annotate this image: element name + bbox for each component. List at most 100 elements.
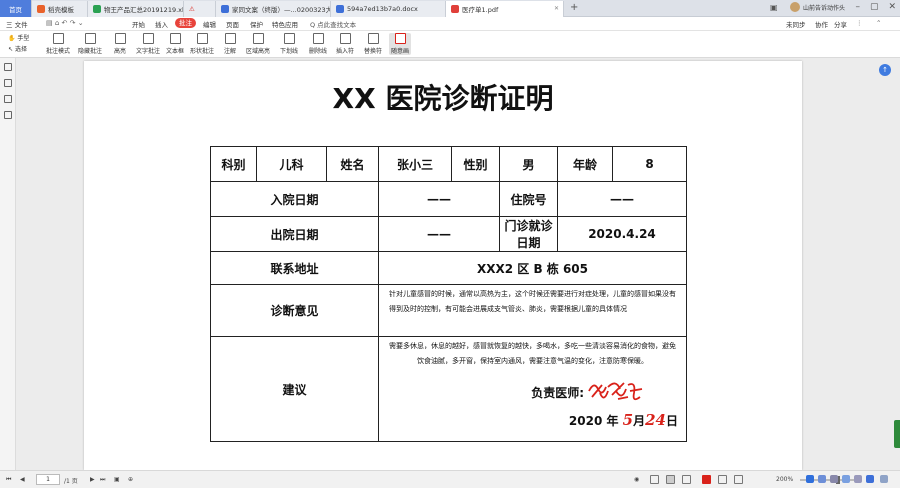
ime-mode-icon[interactable]: [818, 475, 826, 483]
ime-emoji-icon[interactable]: [842, 475, 850, 483]
address-value: XXX2 区 B 栋 605: [378, 251, 687, 285]
hand-tool-label: 手型: [17, 35, 30, 42]
outpatient-date-label: 门诊就诊日期: [499, 216, 558, 252]
assistant-icon[interactable]: ↑: [879, 64, 891, 76]
tab-xls[interactable]: 物王产品汇总20191219.xls: [88, 1, 184, 17]
first-page-icon[interactable]: ⏮: [6, 476, 11, 484]
tab-wenan[interactable]: 家同文案（终版）—...0200323大赛: [216, 1, 331, 17]
fit-width-icon[interactable]: [718, 475, 727, 484]
minimize-icon[interactable]: –: [855, 2, 860, 12]
collaborate-button[interactable]: 协作: [815, 19, 828, 29]
strikethrough-button[interactable]: 删除线: [309, 33, 327, 55]
tab-list-icon[interactable]: ▣: [770, 3, 778, 12]
tool-label: 区域高亮: [246, 48, 271, 55]
collapse-ribbon-icon[interactable]: ⌃: [876, 19, 881, 27]
date-month-unit: 月: [633, 414, 646, 428]
replace-caret-button[interactable]: 替换符: [364, 33, 382, 55]
advice-label: 建议: [210, 336, 379, 442]
side-widget[interactable]: [894, 420, 900, 448]
status-bar: ⏮ ◀ 1 /1 页 ▶ ⏭ ▣ ⊕ ◉ 200%: [0, 470, 900, 488]
freehand-draw-button[interactable]: 随意画: [389, 33, 412, 55]
tab-pdf[interactable]: 医疗单1.pdf ✕: [446, 1, 564, 17]
note-icon: [224, 33, 236, 44]
menu-edit[interactable]: 编辑: [203, 19, 216, 29]
name-label: 姓名: [326, 146, 379, 182]
caret-insert-button[interactable]: 插入符: [336, 33, 354, 55]
new-tab-icon[interactable]: +: [570, 2, 578, 13]
tab-home[interactable]: 首页: [0, 0, 32, 17]
unsynced-status[interactable]: 未同步: [786, 19, 806, 29]
close-tab-icon[interactable]: ✕: [554, 5, 559, 12]
highlight-icon: [114, 33, 126, 44]
more-options-icon[interactable]: ⋮: [856, 19, 863, 27]
read-mode-icon[interactable]: [702, 475, 711, 484]
tool-label: 文本框: [166, 48, 185, 55]
thumbnails-icon[interactable]: [4, 63, 12, 71]
menu-insert[interactable]: 插入: [155, 19, 168, 29]
hand-tool[interactable]: ✋ 手型: [8, 33, 29, 44]
user-account[interactable]: 山前告诉动作头: [790, 2, 845, 12]
close-window-icon[interactable]: ✕: [888, 2, 896, 12]
area-highlight-button[interactable]: 区域高亮: [246, 33, 270, 55]
annotations-list-icon[interactable]: [4, 95, 12, 103]
window-controls: – ▢ ✕: [855, 2, 896, 12]
page-number-input[interactable]: 1: [36, 474, 60, 485]
single-page-view-icon[interactable]: [650, 475, 659, 484]
cursor-icon: ↖: [8, 46, 14, 53]
menu-bar: 三 文件 ▤ ⌂ ↶ ↷ ⌄ 开始 插入 批注 编辑 页面 保护 特色应用 Q …: [0, 17, 900, 31]
tool-label: 隐藏批注: [78, 48, 103, 55]
dept-label: 科别: [210, 146, 257, 182]
underline-button[interactable]: 下划线: [280, 33, 298, 55]
file-menu[interactable]: 三 文件: [6, 19, 28, 29]
note-button[interactable]: 注解: [224, 33, 236, 55]
tab-bar: 首页 稻壳模板 物王产品汇总20191219.xls ⚠ 家同文案（终版）—..…: [0, 0, 900, 17]
search-text-input[interactable]: Q 点此查找文本: [310, 19, 356, 29]
ime-keyboard-icon[interactable]: [854, 475, 862, 483]
text-annotation-button[interactable]: 文字批注: [136, 33, 160, 55]
ime-skin-icon[interactable]: [880, 475, 888, 483]
doctor-label: 负责医师:: [531, 385, 584, 400]
export-icon[interactable]: ▣: [114, 476, 120, 483]
right-sidebar: ↑: [874, 58, 900, 470]
maximize-icon[interactable]: ▢: [870, 2, 879, 12]
address-label: 联系地址: [210, 251, 379, 285]
highlight-button[interactable]: 高亮: [114, 33, 126, 55]
tab-label: 医疗单1.pdf: [462, 6, 499, 14]
menu-special[interactable]: 特色应用: [272, 19, 298, 29]
menu-protect[interactable]: 保护: [250, 19, 263, 29]
hand-icon: ✋: [8, 35, 16, 42]
menu-start[interactable]: 开始: [132, 19, 145, 29]
tab-docer-templates[interactable]: 稻壳模板: [32, 1, 88, 17]
bookmarks-icon[interactable]: [4, 79, 12, 87]
tab-docx[interactable]: 594a7ed13b7a0.docx: [331, 1, 446, 17]
two-page-view-icon[interactable]: [682, 475, 691, 484]
tab-warning[interactable]: ⚠: [184, 1, 216, 17]
tool-label: 文字批注: [136, 48, 161, 55]
next-page-icon[interactable]: ▶: [90, 476, 95, 483]
ime-settings-icon[interactable]: [866, 475, 874, 483]
continuous-view-icon[interactable]: [666, 475, 675, 484]
menu-page[interactable]: 页面: [226, 19, 239, 29]
ime-punct-icon[interactable]: [830, 475, 838, 483]
ime-icon[interactable]: [806, 475, 814, 483]
shape-annotation-button[interactable]: 形状批注: [190, 33, 214, 55]
table-row: 入院日期 —— 住院号 ——: [210, 181, 687, 217]
inpatient-no-label: 住院号: [499, 181, 558, 217]
select-tool[interactable]: ↖ 选择: [8, 44, 29, 55]
menu-annotate[interactable]: 批注: [175, 18, 196, 28]
hide-annotation-button[interactable]: 隐藏批注: [78, 33, 102, 55]
admission-date-label: 入院日期: [210, 181, 379, 217]
advice-text: 需要多休息，休息的越好，感冒就恢复的越快，多喝水，多吃一些清淡容易消化的食物，避…: [389, 342, 676, 365]
eye-care-icon[interactable]: ◉: [634, 476, 639, 483]
fit-page-icon[interactable]: [734, 475, 743, 484]
prev-page-icon[interactable]: ◀: [20, 476, 25, 483]
share-button[interactable]: 分享: [834, 19, 847, 29]
strikethrough-icon: [312, 33, 324, 44]
attachments-icon[interactable]: [4, 111, 12, 119]
play-icon[interactable]: ⊕: [128, 476, 133, 483]
last-page-icon[interactable]: ⏭: [100, 476, 105, 484]
tab-label: 家同文案（终版）—...0200323大赛: [232, 6, 331, 14]
annotation-mode-button[interactable]: 批注模式: [46, 33, 70, 55]
textbox-button[interactable]: 文本框: [166, 33, 184, 55]
quick-access-icons[interactable]: ▤ ⌂ ↶ ↷ ⌄: [46, 19, 84, 27]
